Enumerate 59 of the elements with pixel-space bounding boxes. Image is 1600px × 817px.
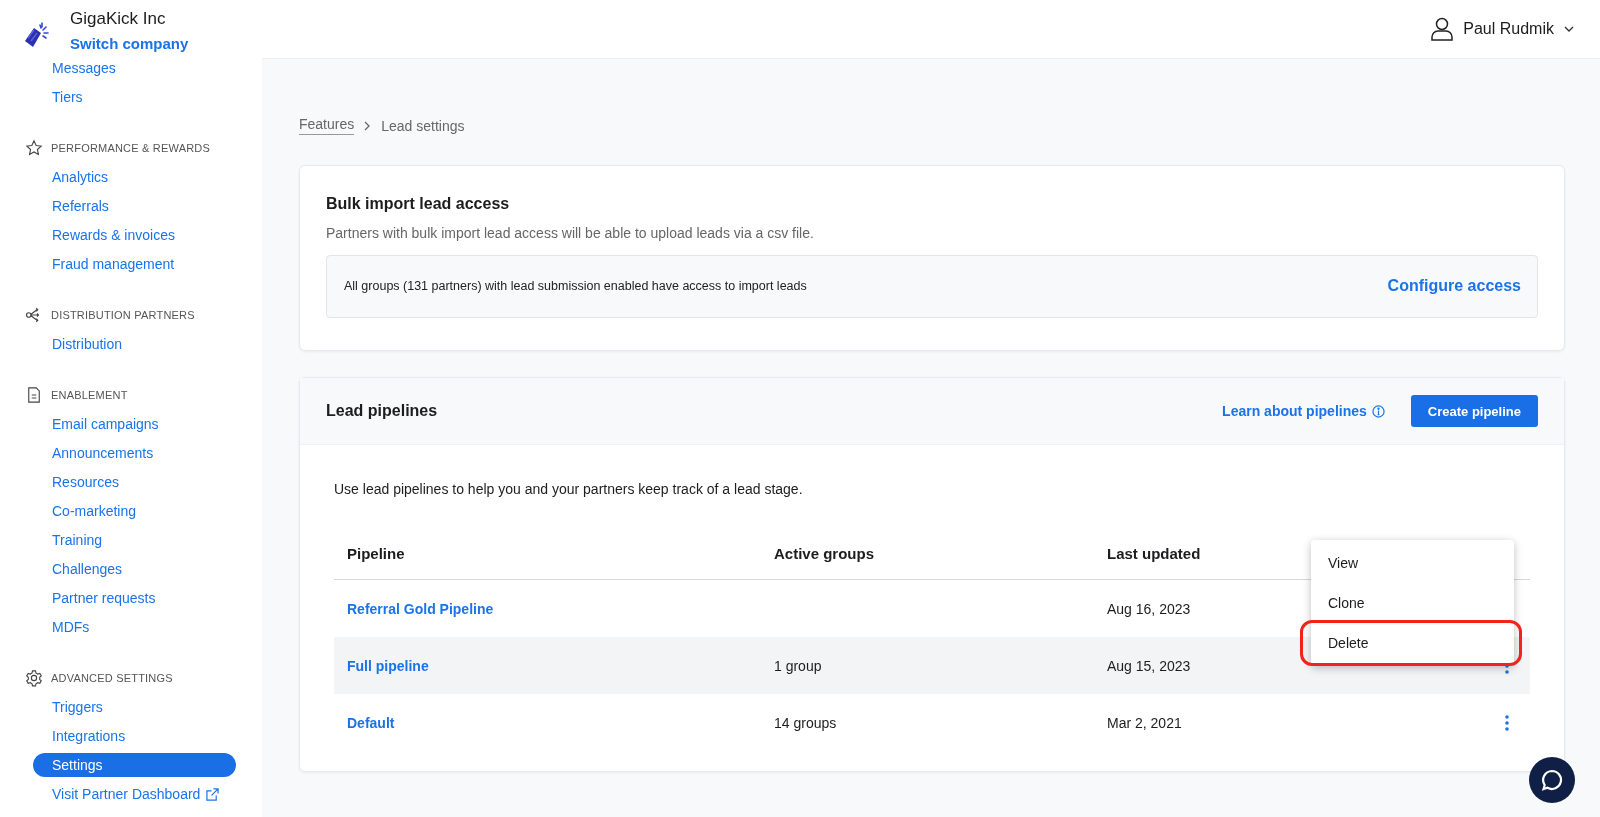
card-title: Lead pipelines xyxy=(326,402,438,420)
sidebar-item[interactable]: Rewards & invoices xyxy=(33,223,236,247)
sidebar-item[interactable]: MDFs xyxy=(33,615,236,639)
sidebar-item[interactable]: Email campaigns xyxy=(33,412,236,436)
table-cell: 14 groups xyxy=(774,714,837,731)
column-header: Active groups xyxy=(773,544,876,562)
create-pipeline-button[interactable]: Create pipeline xyxy=(1410,395,1538,427)
chat-bubble-icon xyxy=(1541,769,1563,791)
sidebar-item[interactable]: Referrals xyxy=(33,194,236,218)
chevron-icon xyxy=(364,120,372,131)
sidebar-item[interactable]: Tiers xyxy=(33,85,236,109)
sidebar-item[interactable]: Messages xyxy=(33,56,236,80)
column-header: Pipeline xyxy=(346,544,406,562)
sidebar-item[interactable]: Challenges xyxy=(33,557,236,581)
sidebar-item[interactable]: Visit Partner Dashboard xyxy=(33,782,236,806)
learn-link[interactable]: Learn about pipelines xyxy=(1222,403,1385,419)
sidebar-item[interactable]: Partner requests xyxy=(33,586,236,610)
sidebar-item[interactable]: Settings xyxy=(33,753,236,777)
caret-icon xyxy=(1564,26,1574,32)
card-description: Use lead pipelines to help you and your partners keep track of a lead stage. xyxy=(334,481,804,497)
section-title: ENABLEMENT xyxy=(51,389,128,401)
document-icon xyxy=(25,386,43,404)
card-description: Partners with bulk import lead access will be able to upload leads via a csv file. xyxy=(326,225,815,241)
sidebar-item[interactable]: Resources xyxy=(33,470,236,494)
user-menu[interactable]: Paul Rudmik xyxy=(1431,17,1574,41)
sidebar-item[interactable]: Announcements xyxy=(33,441,236,465)
sidebar-item[interactable]: Triggers xyxy=(33,695,236,719)
table-cell: Aug 16, 2023 xyxy=(1107,600,1191,617)
info-icon xyxy=(1371,404,1385,418)
settings-icon xyxy=(25,669,43,687)
breadcrumb-item: Lead settings xyxy=(381,117,465,134)
sidebar-item[interactable]: Integrations xyxy=(33,724,236,748)
section-title: DISTRIBUTION PARTNERS xyxy=(51,309,195,321)
column-header: Last updated xyxy=(1106,544,1202,562)
sidebar-item[interactable]: Training xyxy=(33,528,236,552)
pipeline-link[interactable]: Default xyxy=(347,714,395,731)
section-title: PERFORMANCE & REWARDS xyxy=(51,142,211,154)
switch-company-link[interactable]: Switch company xyxy=(70,35,189,52)
user-icon xyxy=(1431,17,1454,41)
company-name: GigaKick Inc xyxy=(70,9,167,29)
logo-icon xyxy=(22,19,52,49)
star-icon xyxy=(25,139,43,157)
sidebar-item[interactable]: Analytics xyxy=(33,165,236,189)
sidebar-item[interactable]: Distribution xyxy=(33,332,236,356)
notice-text: All groups (131 partners) with lead submission enabled have access to import leads xyxy=(344,279,807,293)
table-cell: Mar 2, 2021 xyxy=(1107,714,1182,731)
menu-item[interactable]: Clone xyxy=(1311,583,1514,623)
sidebar-item[interactable]: Fraud management xyxy=(33,252,236,276)
pipeline-link[interactable]: Referral Gold Pipeline xyxy=(347,600,494,617)
menu-item[interactable]: View xyxy=(1311,543,1514,583)
configure-access-link[interactable]: Configure access xyxy=(1387,277,1521,295)
section-title: ADVANCED SETTINGS xyxy=(51,672,173,684)
sidebar-item[interactable]: Co-marketing xyxy=(33,499,236,523)
pipeline-link[interactable]: Full pipeline xyxy=(347,657,429,674)
table-cell: Aug 15, 2023 xyxy=(1107,657,1191,674)
table-cell: 1 group xyxy=(774,657,822,674)
menu-item[interactable]: Delete xyxy=(1303,623,1519,663)
breadcrumb-item[interactable]: Features xyxy=(299,116,355,135)
card-title: Bulk import lead access xyxy=(326,195,511,213)
